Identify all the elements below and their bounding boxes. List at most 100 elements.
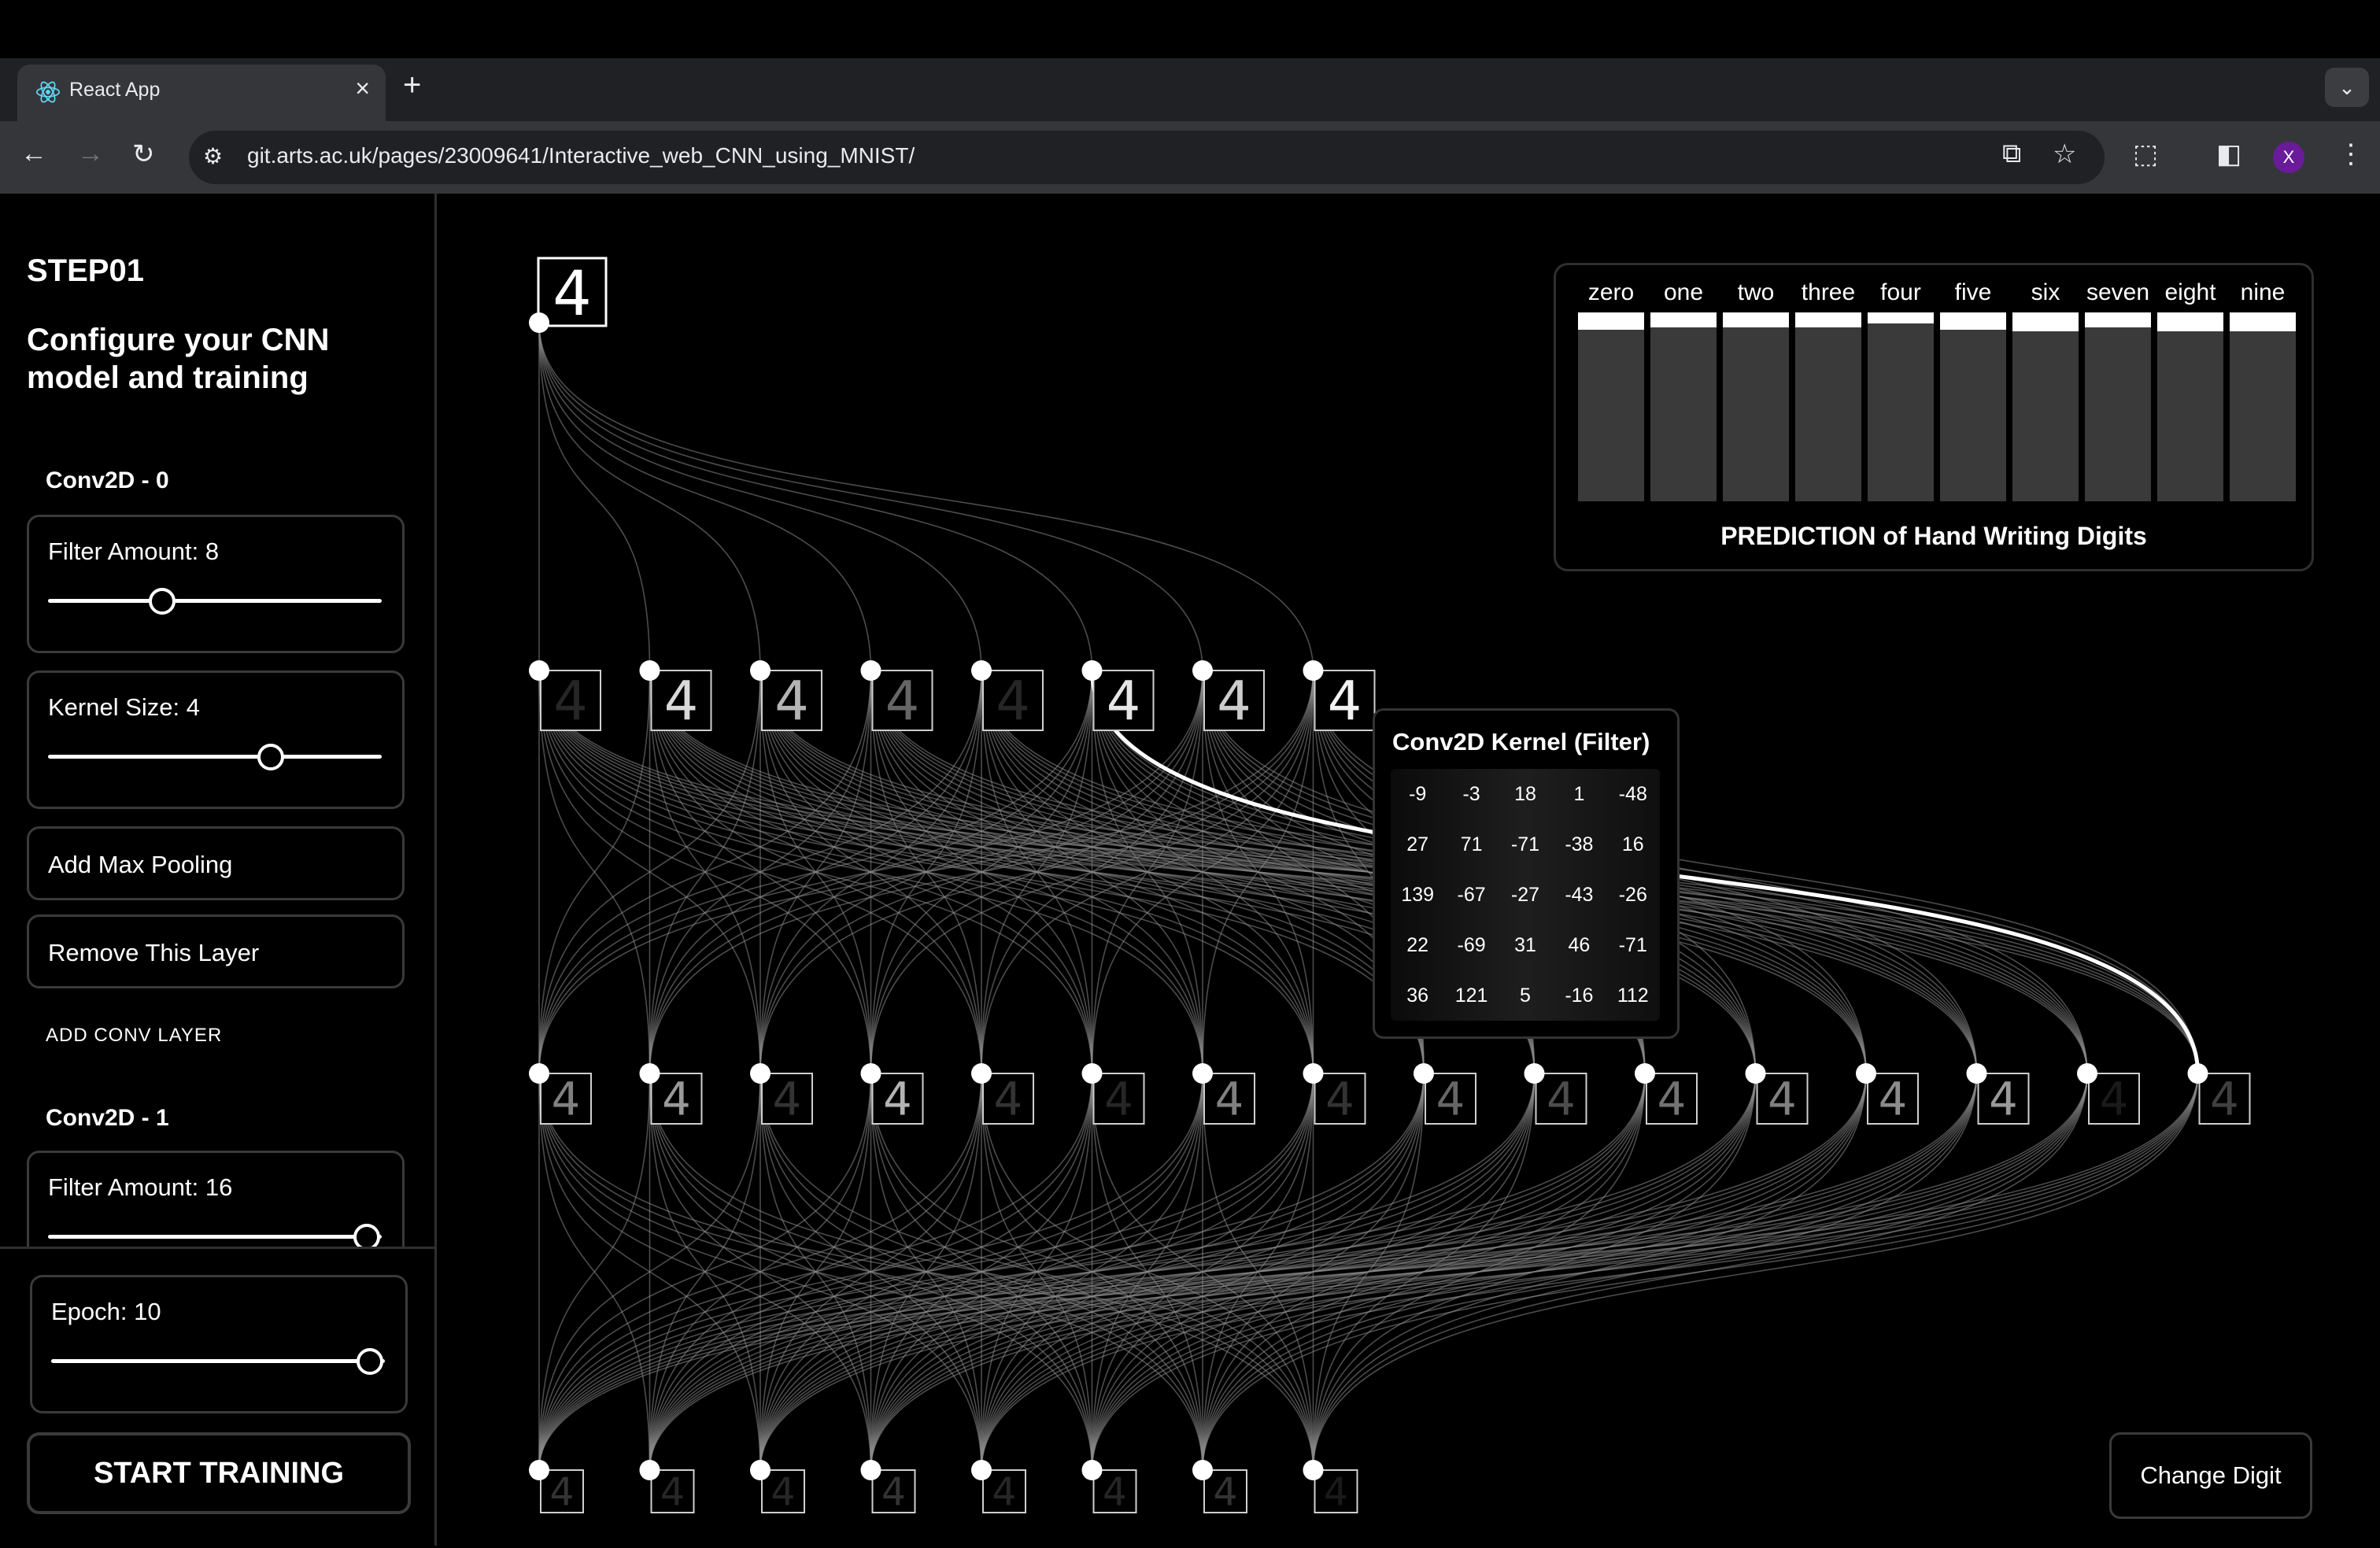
kernel-cell: 71 (1460, 833, 1483, 855)
node-handle[interactable] (529, 660, 549, 681)
node-handle[interactable] (971, 1460, 992, 1480)
epoch-slider-track[interactable] (51, 1359, 385, 1363)
node-handle[interactable] (1303, 660, 1324, 681)
node-handle[interactable] (639, 1460, 660, 1480)
feature-map-conv1[interactable]: 4 (1756, 1073, 1809, 1125)
node-handle[interactable] (971, 660, 992, 681)
site-info-icon[interactable]: ⚙ (203, 143, 223, 169)
feature-map-output[interactable]: 4 (1314, 1469, 1358, 1514)
side-panel-icon[interactable]: ◧ (2216, 139, 2241, 170)
feature-map-conv1[interactable]: 4 (1646, 1073, 1698, 1125)
feature-map-conv1[interactable]: 4 (1092, 1073, 1145, 1125)
kernel-cell: 18 (1514, 782, 1536, 805)
node-handle[interactable] (1524, 1063, 1545, 1084)
forward-arrow-icon[interactable]: → (77, 139, 104, 169)
node-handle[interactable] (860, 1460, 881, 1480)
node-handle[interactable] (529, 1460, 549, 1480)
extensions-icon[interactable]: ⬚ (2133, 139, 2158, 170)
filter-amount-slider-track[interactable] (48, 599, 382, 603)
feature-map-conv1[interactable]: 4 (761, 1073, 813, 1125)
install-app-icon[interactable]: ⧉ (2002, 139, 2021, 169)
feature-map-output[interactable]: 4 (982, 1469, 1026, 1514)
node-handle[interactable] (1192, 660, 1213, 681)
node-handle[interactable] (1414, 1063, 1434, 1084)
kernel-size-slider-thumb[interactable] (257, 744, 284, 770)
node-handle[interactable] (529, 1063, 549, 1084)
epoch-slider-thumb[interactable] (357, 1348, 383, 1375)
feature-map-conv1[interactable]: 4 (982, 1073, 1034, 1125)
feature-map-conv0[interactable]: 4 (540, 670, 601, 733)
node-handle[interactable] (1081, 1063, 1103, 1084)
feature-map-conv1[interactable]: 4 (650, 1073, 703, 1125)
feature-map-conv1[interactable]: 4 (1314, 1073, 1366, 1125)
feature-map-conv0[interactable]: 4 (650, 670, 712, 733)
node-handle[interactable] (750, 1460, 771, 1480)
node-handle[interactable] (750, 1063, 771, 1084)
feature-map-output[interactable]: 4 (650, 1469, 695, 1514)
url-text[interactable]: git.arts.ac.uk/pages/23009641/Interactiv… (247, 143, 915, 168)
feature-map-output[interactable]: 4 (761, 1469, 805, 1514)
start-training-button[interactable]: START TRAINING (27, 1432, 411, 1514)
more-vert-icon[interactable]: ⋮ (2338, 139, 2364, 170)
add-max-pooling-button[interactable]: Add Max Pooling (27, 826, 405, 900)
remove-layer-button[interactable]: Remove This Layer (27, 914, 405, 988)
feature-map-conv0[interactable]: 4 (1092, 670, 1155, 733)
feature-map-digit: 4 (771, 1470, 796, 1514)
add-conv-layer-button[interactable]: ADD CONV LAYER (46, 1025, 222, 1047)
node-handle[interactable] (1303, 1063, 1324, 1084)
feature-map-conv1[interactable]: 4 (1425, 1073, 1476, 1125)
feature-map-conv0[interactable]: 4 (761, 670, 822, 733)
node-handle[interactable] (971, 1063, 992, 1084)
node-handle[interactable] (1081, 660, 1103, 681)
node-handle[interactable] (639, 660, 660, 681)
feature-map-conv1[interactable]: 4 (2088, 1073, 2140, 1125)
node-handle[interactable] (1966, 1063, 1987, 1084)
kernel-tooltip: Conv2D Kernel (Filter) -9 -3 18 1 -48 27 71 -71… (1373, 708, 1680, 1039)
node-handle[interactable] (1192, 1063, 1213, 1084)
chevron-down-icon[interactable]: ⌄ (2325, 68, 2369, 107)
avatar[interactable]: X (2273, 142, 2304, 173)
plus-icon[interactable]: + (403, 68, 421, 103)
filter-amount-slider-thumb[interactable] (149, 588, 176, 615)
browser-tab[interactable]: React App × (17, 65, 386, 121)
back-arrow-icon[interactable]: ← (20, 139, 47, 169)
feature-map-conv0[interactable]: 4 (1203, 670, 1265, 733)
change-digit-button[interactable]: Change Digit (2109, 1432, 2312, 1519)
kernel-cell: -3 (1462, 782, 1480, 805)
feature-map-conv1[interactable]: 4 (1977, 1073, 2030, 1125)
node-handle[interactable] (639, 1063, 660, 1084)
feature-map-conv1[interactable]: 4 (2198, 1073, 2251, 1125)
reload-icon[interactable]: ↻ (132, 139, 155, 170)
node-handle[interactable] (860, 660, 881, 681)
node-handle[interactable] (750, 660, 771, 681)
feature-map-conv1[interactable]: 4 (540, 1073, 592, 1125)
filter-amount-slider-track[interactable] (48, 1235, 382, 1239)
feature-map-conv0[interactable]: 4 (871, 670, 933, 733)
kernel-cell: -67 (1457, 883, 1486, 906)
feature-map-conv1[interactable]: 4 (1535, 1073, 1587, 1125)
node-handle[interactable] (860, 1063, 881, 1084)
feature-map-output[interactable]: 4 (1092, 1469, 1137, 1514)
prediction-bar-fill (1795, 312, 1861, 327)
node-handle[interactable] (1192, 1460, 1213, 1480)
feature-map-conv1[interactable]: 4 (1867, 1073, 1919, 1125)
feature-map-conv1[interactable]: 4 (871, 1073, 924, 1125)
node-handle[interactable] (1303, 1460, 1324, 1480)
node-handle[interactable] (1856, 1063, 1876, 1084)
feature-map-conv0[interactable]: 4 (982, 670, 1044, 733)
star-icon[interactable]: ☆ (2053, 139, 2076, 170)
feature-map-output[interactable]: 4 (540, 1469, 584, 1514)
kernel-size-slider-track[interactable] (48, 755, 382, 759)
node-handle[interactable] (1745, 1063, 1766, 1084)
node-handle[interactable] (1635, 1063, 1655, 1084)
node-handle[interactable] (529, 312, 549, 333)
node-handle[interactable] (2187, 1063, 2208, 1084)
feature-map-digit: 4 (2100, 1073, 2129, 1125)
feature-map-conv1[interactable]: 4 (1203, 1073, 1255, 1125)
close-icon[interactable]: × (355, 74, 370, 103)
feature-map-conv0[interactable]: 4 (1314, 670, 1376, 733)
feature-map-output[interactable]: 4 (871, 1469, 916, 1514)
feature-map-output[interactable]: 4 (1203, 1469, 1247, 1514)
node-handle[interactable] (2077, 1063, 2097, 1084)
node-handle[interactable] (1081, 1460, 1103, 1480)
